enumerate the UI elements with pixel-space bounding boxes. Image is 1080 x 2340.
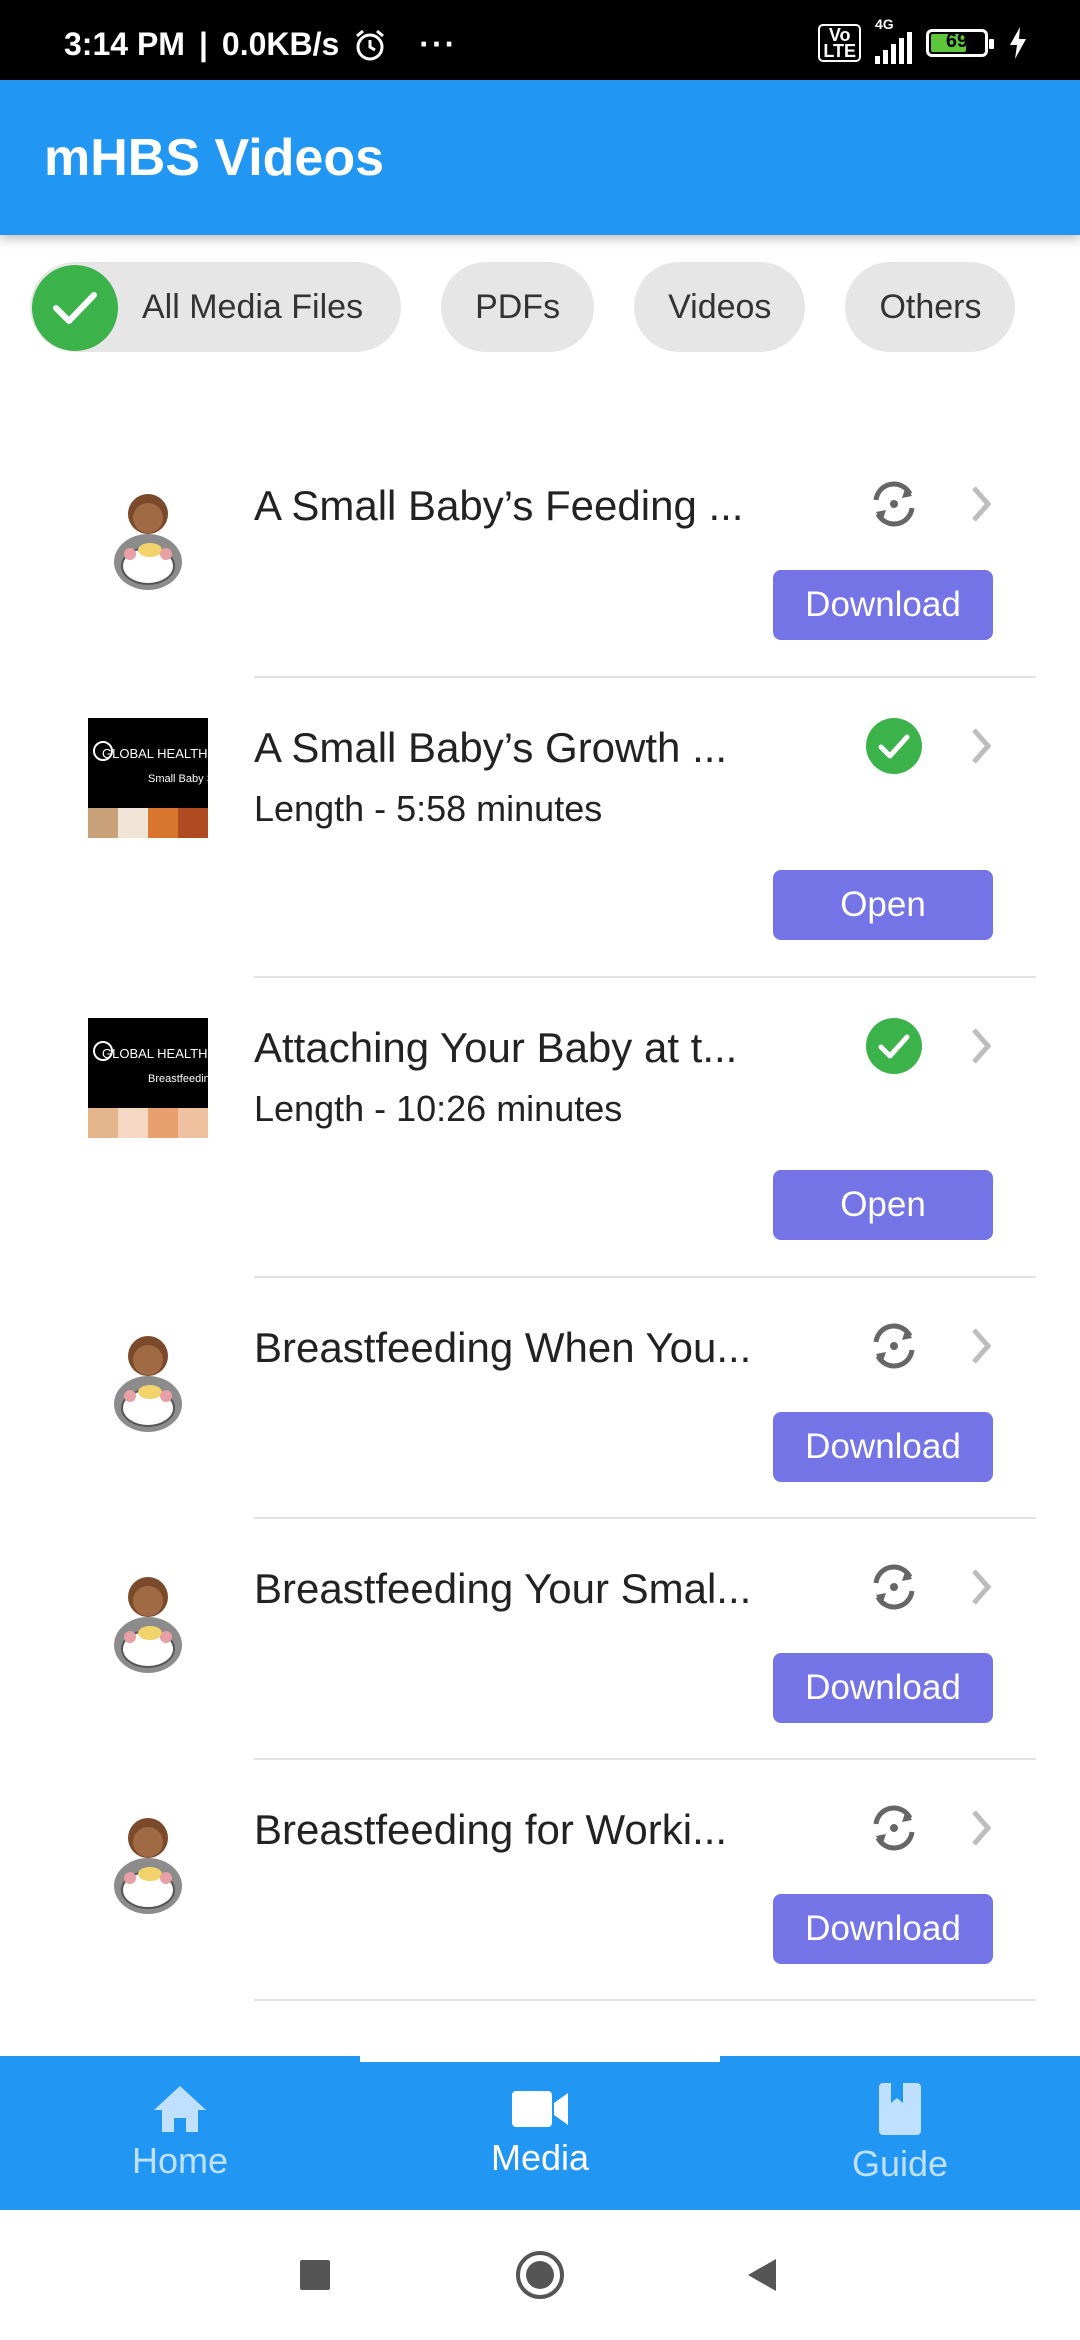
chevron-right-icon[interactable] <box>966 1806 996 1850</box>
check-icon <box>32 265 118 351</box>
chip-label: Videos <box>668 287 772 326</box>
downloaded-check-icon <box>866 718 922 774</box>
more-dots: ··· <box>419 26 458 62</box>
list-item[interactable]: Breastfeeding When You... Download <box>0 1278 1080 1519</box>
media-title: Attaching Your Baby at t... <box>254 1024 738 1071</box>
sync-icon[interactable] <box>866 476 922 532</box>
downloaded-check-icon <box>866 1018 922 1074</box>
video-camera-icon <box>512 2091 568 2127</box>
chip-videos[interactable]: Videos <box>634 262 806 352</box>
list-item[interactable]: Breastfeeding Your Smal... Download <box>0 1519 1080 1760</box>
chip-label: All Media Files <box>142 287 364 326</box>
recent-apps-icon[interactable] <box>298 2258 332 2292</box>
media-length: Length - 5:58 minutes <box>254 788 603 829</box>
chip-others[interactable]: Others <box>845 262 1016 352</box>
nav-label: Home <box>131 2140 229 2181</box>
status-time: 3:14 PM <box>64 26 185 62</box>
sync-icon[interactable] <box>866 1800 922 1856</box>
list-item[interactable]: A Small Baby’s Feeding ... Download <box>0 420 1080 678</box>
volte-icon: Vo LTE <box>818 24 861 62</box>
media-list: A Small Baby’s Feeding ... Download GLOB… <box>0 420 1080 2001</box>
signal-icon: 4G <box>875 16 912 64</box>
mother-baby-icon <box>88 1322 208 1442</box>
chip-label: Others <box>879 287 982 326</box>
download-button[interactable]: Download <box>773 1894 993 1964</box>
media-title: A Small Baby’s Feeding ... <box>254 482 744 529</box>
open-button[interactable]: Open <box>773 870 993 940</box>
sync-icon[interactable] <box>866 1318 922 1374</box>
media-title: Breastfeeding Your Smal... <box>254 1565 752 1612</box>
sync-icon[interactable] <box>866 1559 922 1615</box>
chevron-right-icon[interactable] <box>966 482 996 526</box>
nav-guide[interactable]: Guide <box>720 2056 1080 2210</box>
back-icon[interactable] <box>742 2255 782 2295</box>
chip-label: PDFs <box>475 287 561 326</box>
app-bar: mHBS Videos <box>0 80 1080 235</box>
list-item[interactable]: GLOBAL HEALTH MED Small Baby Ser A Small… <box>0 678 1080 978</box>
list-item[interactable]: Breastfeeding for Worki... Download <box>0 1760 1080 2001</box>
home-circle-icon[interactable] <box>515 2250 565 2300</box>
download-button[interactable]: Download <box>773 1412 993 1482</box>
status-speed: 0.0KB/s <box>221 26 340 62</box>
filter-chips: All Media Files PDFs Videos Others <box>30 262 1016 352</box>
home-icon <box>154 2086 206 2132</box>
mother-baby-icon <box>88 480 208 600</box>
media-title: Breastfeeding When You... <box>254 1324 752 1371</box>
open-button[interactable]: Open <box>773 1170 993 1240</box>
battery-icon: 69 <box>926 29 994 57</box>
video-poster-icon: GLOBAL HEALTH MED Breastfeeding Se <box>88 1018 208 1138</box>
mother-baby-icon <box>88 1804 208 1924</box>
page-title: mHBS Videos <box>44 129 385 187</box>
chevron-right-icon[interactable] <box>966 724 996 768</box>
list-item[interactable]: GLOBAL HEALTH MED Breastfeeding Se Attac… <box>0 978 1080 1278</box>
download-button[interactable]: Download <box>773 1653 993 1723</box>
video-poster-icon: GLOBAL HEALTH MED Small Baby Ser <box>88 718 208 838</box>
nav-label: Guide <box>851 2143 949 2184</box>
system-navigation-bar <box>0 2210 1080 2340</box>
media-title: Breastfeeding for Worki... <box>254 1806 728 1853</box>
book-icon <box>879 2083 921 2135</box>
mother-baby-icon <box>88 1563 208 1683</box>
divider <box>254 1999 1036 2001</box>
status-bar: 3:14 PM | 0.0KB/s ··· Vo LTE 4G 69 <box>0 0 1080 80</box>
chevron-right-icon[interactable] <box>966 1565 996 1609</box>
nav-label: Media <box>490 2137 590 2178</box>
chip-pdfs[interactable]: PDFs <box>441 262 595 352</box>
nav-home[interactable]: Home <box>0 2056 360 2210</box>
chevron-right-icon[interactable] <box>966 1024 996 1068</box>
bottom-navigation: Home Media Guide <box>0 2056 1080 2210</box>
charging-icon <box>1010 27 1026 59</box>
nav-media[interactable]: Media <box>360 2056 720 2210</box>
media-title: A Small Baby’s Growth ... <box>254 724 728 771</box>
download-button[interactable]: Download <box>773 570 993 640</box>
media-length: Length - 10:26 minutes <box>254 1088 623 1129</box>
alarm-icon <box>356 29 385 60</box>
chip-all-media-files[interactable]: All Media Files <box>30 262 402 352</box>
chevron-right-icon[interactable] <box>966 1324 996 1368</box>
